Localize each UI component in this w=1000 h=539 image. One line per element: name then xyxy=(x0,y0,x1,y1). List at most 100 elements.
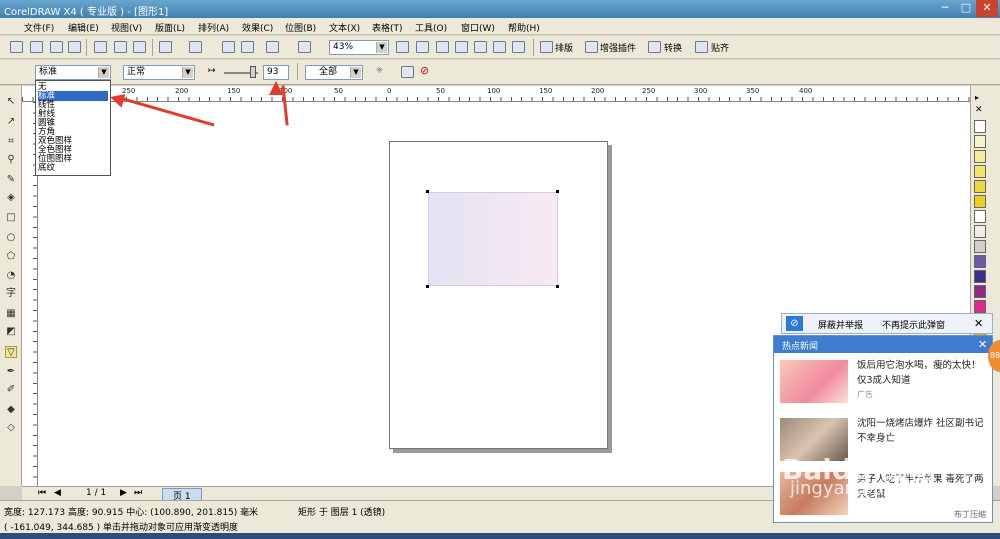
color-swatch[interactable] xyxy=(974,150,986,163)
eyedropper-tool-icon[interactable]: ✒ xyxy=(5,366,17,378)
ellipse-tool-icon[interactable]: ○ xyxy=(5,232,17,244)
dropdown-option[interactable]: 底纹 xyxy=(38,163,55,173)
news-thumbnail[interactable] xyxy=(780,360,848,403)
color-swatch[interactable] xyxy=(974,225,986,238)
plugin-icon[interactable] xyxy=(585,41,598,53)
color-swatch[interactable] xyxy=(974,180,986,193)
clear-transparency-icon[interactable]: ⊘ xyxy=(420,64,429,77)
color-swatch[interactable] xyxy=(974,120,986,133)
menu-table[interactable]: 表格(T) xyxy=(372,21,403,34)
minimize-button[interactable]: ─ xyxy=(934,0,956,17)
menu-edit[interactable]: 编辑(E) xyxy=(68,21,99,34)
snap-button[interactable]: 贴齐 xyxy=(711,41,729,54)
chevron-down-icon[interactable]: ▼ xyxy=(350,67,361,78)
zoom-page-icon[interactable] xyxy=(474,41,487,53)
menu-file[interactable]: 文件(F) xyxy=(24,21,54,34)
chevron-down-icon[interactable]: ▼ xyxy=(376,42,387,53)
application-launcher-icon[interactable] xyxy=(266,41,279,53)
opacity-input[interactable]: 93 xyxy=(263,65,289,80)
chevron-down-icon[interactable]: ▼ xyxy=(182,67,193,78)
opacity-slider-handle[interactable] xyxy=(250,66,256,78)
shape-tool-icon[interactable]: ↗ xyxy=(5,116,17,128)
welcome-screen-icon[interactable] xyxy=(298,41,311,53)
menu-bitmaps[interactable]: 位图(B) xyxy=(285,21,316,34)
plugin-button[interactable]: 增强插件 xyxy=(600,41,636,54)
close-icon[interactable]: ✕ xyxy=(978,338,987,351)
freeze-icon[interactable]: ◈ xyxy=(376,65,383,75)
transparency-target-combo[interactable]: 全部 ▼ xyxy=(305,65,363,80)
text-tool-icon[interactable]: 字 xyxy=(5,288,17,300)
prev-page-icon[interactable]: ◀ xyxy=(54,488,61,498)
last-page-icon[interactable]: ⏭ xyxy=(134,488,142,498)
snap-icon[interactable] xyxy=(695,41,708,53)
next-page-icon[interactable]: ▶ xyxy=(120,488,127,498)
menu-text[interactable]: 文本(X) xyxy=(329,21,360,34)
convert-icon[interactable] xyxy=(648,41,661,53)
gradient-rectangle[interactable] xyxy=(428,192,558,286)
menu-window[interactable]: 窗口(W) xyxy=(461,21,495,34)
menu-layout[interactable]: 版面(L) xyxy=(155,21,185,34)
crop-tool-icon[interactable]: ⌗ xyxy=(5,136,17,148)
import-icon[interactable] xyxy=(222,41,235,53)
selection-handle[interactable] xyxy=(426,190,429,193)
color-swatch[interactable] xyxy=(974,195,986,208)
menu-help[interactable]: 帮助(H) xyxy=(508,21,540,34)
pick-tool-icon[interactable]: ↖ xyxy=(5,96,17,108)
selection-handle[interactable] xyxy=(426,285,429,288)
menu-effects[interactable]: 效果(C) xyxy=(242,21,273,34)
undo-icon[interactable] xyxy=(159,41,172,53)
zoom-level-combo[interactable]: 43% ▼ xyxy=(329,40,389,55)
color-swatch[interactable] xyxy=(974,270,986,283)
selection-handle[interactable] xyxy=(556,285,559,288)
zoom-all-icon[interactable] xyxy=(455,41,468,53)
polygon-tool-icon[interactable]: ⬠ xyxy=(5,251,17,263)
table-tool-icon[interactable]: ▦ xyxy=(5,308,17,320)
merge-mode-combo[interactable]: 正常 ▼ xyxy=(123,65,195,80)
block-report-button[interactable]: 屏蔽并举报 xyxy=(818,318,863,331)
redo-icon[interactable] xyxy=(189,41,202,53)
zoom-width-icon[interactable] xyxy=(493,41,506,53)
color-swatch[interactable] xyxy=(974,255,986,268)
layout-icon[interactable] xyxy=(540,41,553,53)
zoom-out-icon[interactable] xyxy=(416,41,429,53)
export-icon[interactable] xyxy=(241,41,254,53)
color-swatch[interactable] xyxy=(974,210,986,223)
zoom-selected-icon[interactable] xyxy=(436,41,449,53)
zoom-in-icon[interactable] xyxy=(396,41,409,53)
rectangle-tool-icon[interactable]: □ xyxy=(5,212,17,224)
close-icon[interactable]: ✕ xyxy=(974,317,983,330)
print-icon[interactable] xyxy=(68,41,81,53)
interactive-tool-icon[interactable]: ◩ xyxy=(5,326,17,338)
copy-transparency-icon[interactable] xyxy=(401,66,414,78)
no-remind-button[interactable]: 不再提示此弹窗 xyxy=(882,318,945,331)
news-title[interactable]: 沈阳一烧烤店爆炸 社区副书记不幸身亡 xyxy=(857,416,985,446)
paste-icon[interactable] xyxy=(133,41,146,53)
zoom-height-icon[interactable] xyxy=(512,41,525,53)
save-icon[interactable] xyxy=(50,41,63,53)
menu-view[interactable]: 视图(V) xyxy=(111,21,142,34)
chevron-down-icon[interactable]: ▼ xyxy=(98,67,109,78)
color-swatch[interactable] xyxy=(974,165,986,178)
color-swatch[interactable] xyxy=(974,240,986,253)
color-swatch[interactable] xyxy=(974,300,986,313)
open-icon[interactable] xyxy=(30,41,43,53)
fill-tool-icon[interactable]: ◆ xyxy=(5,404,17,416)
restore-button[interactable]: □ xyxy=(956,0,976,17)
selection-handle[interactable] xyxy=(556,190,559,193)
smart-fill-icon[interactable]: ◈ xyxy=(5,192,17,204)
new-icon[interactable] xyxy=(10,41,23,53)
no-color-icon[interactable]: ✕ xyxy=(975,105,983,115)
layout-button[interactable]: 排版 xyxy=(555,41,573,54)
interactive-fill-icon[interactable]: ◇ xyxy=(5,422,17,434)
outline-tool-icon[interactable]: ✐ xyxy=(5,384,17,396)
basic-shapes-icon[interactable]: ◔ xyxy=(5,270,17,282)
cut-icon[interactable] xyxy=(94,41,107,53)
copy-icon[interactable] xyxy=(114,41,127,53)
transparency-type-combo[interactable]: 标准 ▼ xyxy=(35,65,111,80)
color-swatch[interactable] xyxy=(974,135,986,148)
menu-arrange[interactable]: 排列(A) xyxy=(198,21,229,34)
first-page-icon[interactable]: ⏮ xyxy=(38,488,46,498)
transparency-tool-icon[interactable]: ▽ xyxy=(5,346,17,358)
freehand-tool-icon[interactable]: ✎ xyxy=(5,174,17,186)
news-title[interactable]: 饭后用它泡水喝，瘦的太快！仅3成人知道 xyxy=(857,358,985,388)
